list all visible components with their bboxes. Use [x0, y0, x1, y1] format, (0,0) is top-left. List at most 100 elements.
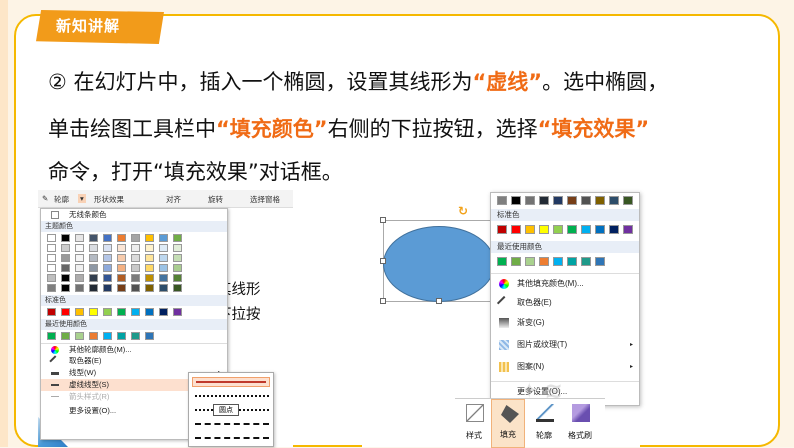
color-swatch[interactable] — [61, 234, 70, 242]
color-swatch[interactable] — [47, 234, 56, 242]
color-swatch[interactable] — [525, 225, 535, 234]
color-swatch[interactable] — [89, 234, 98, 242]
dash-option-solid[interactable] — [192, 377, 270, 387]
color-swatch[interactable] — [145, 254, 154, 262]
color-swatch[interactable] — [145, 244, 154, 252]
color-swatch[interactable] — [75, 264, 84, 272]
color-swatch[interactable] — [117, 284, 126, 292]
rotate-button[interactable]: 旋转 — [208, 194, 223, 205]
outline-dropdown-arrow[interactable]: ▾ — [78, 194, 86, 203]
color-swatch[interactable] — [539, 225, 549, 234]
color-swatch[interactable] — [595, 257, 605, 266]
color-swatch[interactable] — [159, 254, 168, 262]
outline-button[interactable]: 轮廓 — [54, 194, 69, 205]
color-swatch[interactable] — [131, 284, 140, 292]
color-swatch[interactable] — [497, 225, 507, 234]
color-swatch[interactable] — [103, 332, 112, 340]
color-swatch[interactable] — [145, 284, 154, 292]
fill-button[interactable]: 填充 — [491, 399, 525, 448]
dash-option-dash[interactable] — [195, 423, 269, 425]
color-swatch[interactable] — [539, 257, 549, 266]
color-swatch[interactable] — [623, 225, 633, 234]
resize-handle[interactable] — [380, 258, 386, 264]
color-swatch[interactable] — [89, 308, 98, 316]
color-swatch[interactable] — [61, 308, 70, 316]
color-swatch[interactable] — [567, 196, 577, 205]
color-swatch[interactable] — [117, 332, 126, 340]
color-swatch[interactable] — [567, 257, 577, 266]
color-swatch[interactable] — [131, 332, 140, 340]
color-swatch[interactable] — [117, 234, 126, 242]
color-swatch[interactable] — [595, 225, 605, 234]
color-swatch[interactable] — [61, 284, 70, 292]
color-swatch[interactable] — [145, 332, 154, 340]
picture-texture-item[interactable]: 图片或纹理(T) ▸ — [491, 335, 639, 355]
color-swatch[interactable] — [89, 332, 98, 340]
color-swatch[interactable] — [131, 308, 140, 316]
color-swatch[interactable] — [75, 254, 84, 262]
color-swatch[interactable] — [525, 196, 535, 205]
color-swatch[interactable] — [581, 196, 591, 205]
dash-option-long-dash[interactable] — [195, 437, 269, 439]
color-swatch[interactable] — [173, 308, 182, 316]
color-swatch[interactable] — [145, 264, 154, 272]
color-swatch[interactable] — [553, 196, 563, 205]
color-swatch[interactable] — [581, 225, 591, 234]
color-swatch[interactable] — [61, 332, 70, 340]
color-swatch[interactable] — [567, 225, 577, 234]
color-swatch[interactable] — [553, 257, 563, 266]
color-swatch[interactable] — [47, 274, 56, 282]
color-swatch[interactable] — [497, 196, 507, 205]
color-swatch[interactable] — [553, 225, 563, 234]
color-swatch[interactable] — [511, 225, 521, 234]
color-swatch[interactable] — [525, 257, 535, 266]
color-swatch[interactable] — [103, 284, 112, 292]
color-swatch[interactable] — [609, 196, 619, 205]
resize-handle[interactable] — [380, 298, 386, 304]
color-swatch[interactable] — [173, 274, 182, 282]
color-swatch[interactable] — [103, 254, 112, 262]
color-swatch[interactable] — [581, 257, 591, 266]
style-button[interactable]: 样式 — [457, 399, 491, 448]
color-swatch[interactable] — [89, 244, 98, 252]
color-swatch[interactable] — [145, 234, 154, 242]
color-swatch[interactable] — [75, 234, 84, 242]
color-swatch[interactable] — [61, 274, 70, 282]
more-outline-colors-item[interactable]: 其他轮廓颜色(M)... — [41, 343, 227, 355]
color-swatch[interactable] — [159, 264, 168, 272]
color-swatch[interactable] — [61, 244, 70, 252]
color-swatch[interactable] — [89, 264, 98, 272]
color-swatch[interactable] — [61, 254, 70, 262]
format-painter-button[interactable]: 格式刷 — [563, 399, 597, 448]
color-swatch[interactable] — [173, 254, 182, 262]
color-swatch[interactable] — [47, 254, 56, 262]
outline-icon[interactable]: ✎ — [42, 194, 48, 203]
color-swatch[interactable] — [173, 264, 182, 272]
color-swatch[interactable] — [173, 244, 182, 252]
color-swatch[interactable] — [173, 234, 182, 242]
color-swatch[interactable] — [117, 264, 126, 272]
color-swatch[interactable] — [89, 284, 98, 292]
color-swatch[interactable] — [61, 264, 70, 272]
color-swatch[interactable] — [131, 234, 140, 242]
color-swatch[interactable] — [75, 332, 84, 340]
no-line-color-item[interactable]: 无线条颜色 — [41, 209, 227, 221]
shape-effect-button[interactable]: 形状效果 — [94, 194, 124, 205]
rotate-handle-icon[interactable]: ↻ — [458, 204, 468, 218]
color-swatch[interactable] — [89, 254, 98, 262]
color-swatch[interactable] — [75, 244, 84, 252]
color-swatch[interactable] — [131, 264, 140, 272]
resize-handle[interactable] — [380, 217, 386, 223]
eyedropper-item[interactable]: 取色器(E) — [41, 355, 227, 367]
eyedropper-item[interactable]: 取色器(E) — [491, 293, 639, 313]
color-swatch[interactable] — [117, 274, 126, 282]
color-swatch[interactable] — [103, 244, 112, 252]
color-swatch[interactable] — [75, 274, 84, 282]
color-swatch[interactable] — [131, 244, 140, 252]
color-swatch[interactable] — [609, 225, 619, 234]
color-swatch[interactable] — [595, 196, 605, 205]
outline-button[interactable]: 轮廓 — [527, 399, 561, 448]
select-pane-button[interactable]: 选择窗格 — [250, 194, 280, 205]
color-swatch[interactable] — [497, 257, 507, 266]
color-swatch[interactable] — [103, 264, 112, 272]
